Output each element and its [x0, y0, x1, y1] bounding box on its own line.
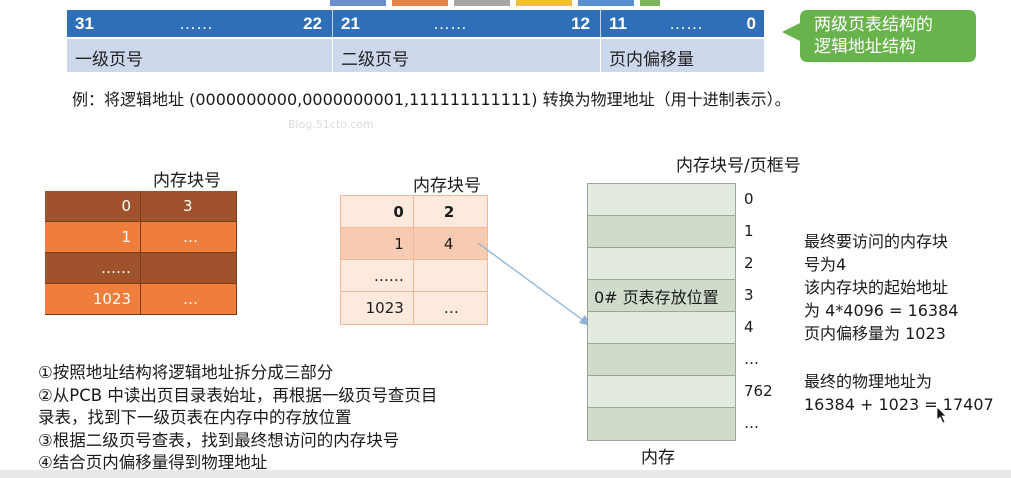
- table-cell-value: 3: [141, 191, 237, 221]
- field-2-name: 二级页号: [333, 39, 601, 72]
- top-strip-1: [330, 0, 386, 6]
- step-line: ②从PCB 中读出页目录表始址，再根据一级页号查页目: [38, 385, 438, 405]
- memory-column: 0# 页表存放位置: [587, 183, 736, 441]
- memory-caption-top: 内存块号/页框号: [676, 156, 801, 176]
- table-cell-value: 2: [413, 196, 487, 227]
- step-line: 录表，找到下一级页表在内存中的存放位置: [38, 408, 352, 427]
- table-cell-index: ……: [45, 253, 141, 283]
- memory-number: 762: [744, 382, 773, 400]
- table-row: 1023 …: [341, 292, 487, 324]
- field-2-high: 21: [341, 14, 360, 33]
- memory-block: [588, 344, 735, 376]
- top-strip-4: [516, 0, 572, 6]
- table-cell-index: 1023: [45, 284, 141, 314]
- table-row: 1023 …: [45, 284, 237, 315]
- table-cell-value: …: [141, 222, 237, 252]
- memory-number: 3: [744, 286, 754, 304]
- top-strip-6: [640, 0, 660, 6]
- step-line: ①按照地址结构将逻辑地址拆分成三部分: [38, 363, 334, 382]
- second-level-page-table: 0 2 1 4 …… 1023 …: [340, 195, 488, 325]
- memory-number: 1: [744, 222, 754, 240]
- table-cell-index: 0: [341, 196, 414, 227]
- note-line: 最终的物理地址为: [804, 372, 933, 391]
- table-cell-index: 1: [45, 222, 141, 252]
- table-cell-index: 1: [341, 228, 414, 259]
- memory-block: [588, 376, 735, 408]
- memory-block: [588, 312, 735, 344]
- field-2-low: 12: [571, 14, 590, 33]
- field-2-dots: ……: [433, 14, 467, 33]
- memory-number: 2: [744, 254, 754, 272]
- note-line: 该内存块的起始地址: [804, 278, 949, 297]
- table-cell-value: …: [141, 284, 237, 314]
- memory-block: [588, 184, 735, 216]
- top-level-page-table: 0 3 1 … …… 1023 …: [45, 191, 237, 315]
- callout-box: 两级页表结构的 逻辑地址结构: [800, 10, 976, 62]
- final-address-notes: 最终的物理地址为 16384 + 1023 = 17407: [804, 370, 994, 416]
- field-3-bits: 11 …… 0: [601, 10, 764, 37]
- table-row: 0 3: [45, 191, 237, 222]
- field-1-dots: ……: [179, 14, 213, 33]
- mouse-cursor-icon: [936, 406, 947, 424]
- example-text: 例：将逻辑地址 (0000000000,0000000001,111111111…: [72, 90, 791, 109]
- callout-line-1: 两级页表结构的: [814, 15, 933, 35]
- top-strip-3: [454, 0, 510, 6]
- table-row: 0 2: [341, 196, 487, 228]
- field-1-high: 31: [75, 14, 94, 33]
- step-line: ③根据二级页号查表，找到最终想访问的内存块号: [38, 430, 400, 450]
- memory-number: …: [744, 414, 759, 432]
- memory-number: 4: [744, 318, 754, 336]
- note-line: 最终要访问的内存块: [804, 232, 949, 251]
- procedure-steps: ①按照地址结构将逻辑地址拆分成三部分 ②从PCB 中读出页目录表始址，再根据一级…: [38, 362, 437, 475]
- top-strip-2: [392, 0, 448, 6]
- table-cell-value: [141, 253, 237, 283]
- note-line: 为 4*4096 = 16384: [804, 301, 959, 320]
- table-cell-index: ……: [341, 260, 414, 291]
- memory-block: [588, 248, 735, 280]
- field-1-bits: 31 …… 22: [67, 10, 333, 37]
- memory-block-page-directory: 0# 页表存放位置: [588, 280, 735, 312]
- memory-number: 0: [744, 190, 754, 208]
- memory-block: [588, 216, 735, 248]
- callout-line-2: 逻辑地址结构: [814, 37, 916, 57]
- table-row: 1 …: [45, 222, 237, 253]
- table2-caption: 内存块号: [413, 176, 481, 196]
- top-strip-5: [578, 0, 634, 6]
- field-3-low: 0: [746, 14, 756, 33]
- memory-number: …: [744, 350, 759, 368]
- table-row: ……: [341, 260, 487, 292]
- bottom-bar: [0, 470, 1011, 478]
- table-row: ……: [45, 253, 237, 284]
- memory-block-label: 0# 页表存放位置: [594, 287, 719, 307]
- table-cell-index: 0: [45, 191, 141, 221]
- field-3-dots: ……: [669, 14, 703, 33]
- table-row: 1 4: [341, 228, 487, 260]
- table-cell-index: 1023: [341, 292, 414, 324]
- memory-caption-bottom: 内存: [641, 448, 675, 468]
- field-1-low: 22: [303, 14, 322, 33]
- note-line: 16384 + 1023 = 17407: [804, 395, 994, 414]
- lookup-arrow: [477, 242, 591, 326]
- field-3-name: 页内偏移量: [601, 39, 764, 72]
- callout-pointer: [782, 22, 802, 42]
- memory-block: [588, 408, 735, 440]
- field-2-bits: 21 …… 12: [333, 10, 601, 37]
- table1-caption: 内存块号: [153, 171, 221, 191]
- field-3-high: 11: [609, 14, 627, 33]
- note-line: 页内偏移量为 1023: [804, 324, 946, 343]
- field-1-name: 一级页号: [67, 39, 333, 72]
- note-line: 号为4: [804, 255, 847, 274]
- watermark: Blog.51cto.com: [288, 118, 374, 131]
- result-notes: 最终要访问的内存块 号为4 该内存块的起始地址 为 4*4096 = 16384…: [804, 230, 958, 345]
